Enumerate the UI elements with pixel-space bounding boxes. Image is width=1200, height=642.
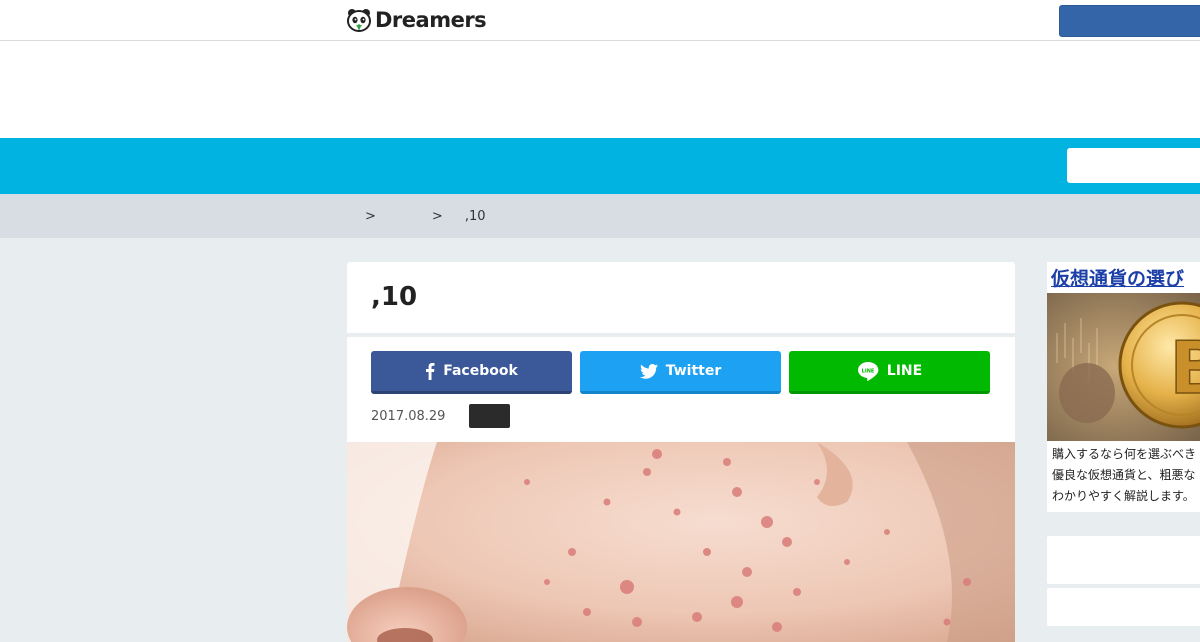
twitter-share-label: Twitter: [665, 363, 722, 379]
facebook-icon: [425, 362, 435, 380]
article-title-card: ,10: [347, 262, 1015, 333]
line-share-label: LINE: [886, 363, 923, 379]
share-buttons: Facebook Twitter LINE LINE: [371, 351, 990, 394]
twitter-share-button[interactable]: Twitter: [580, 351, 781, 394]
sidebar-ad-line: わかりやすく解説します。: [1052, 489, 1195, 503]
breadcrumb-separator: >: [365, 208, 376, 224]
twitter-bird-icon: [639, 363, 658, 379]
article-title: ,10: [371, 282, 418, 312]
svg-text:LINE: LINE: [861, 369, 874, 375]
sidebar-ad[interactable]: 仮想通貨の選び B 購入するなら何を選ぶべき 優良な仮想通貨と、粗悪な わかりや…: [1047, 262, 1200, 512]
sidebar-ad-line: 優良な仮想通貨と、粗悪な: [1052, 468, 1196, 482]
site-logo[interactable]: Dreamers: [346, 6, 487, 34]
sidebar-ad-line: 購入するなら何を選ぶべき: [1052, 447, 1197, 461]
breadcrumb-current: ,10: [464, 208, 486, 224]
sidebar-ad-text: 購入するなら何を選ぶべき 優良な仮想通貨と、粗悪な わかりやすく解説します。: [1052, 444, 1200, 507]
bitcoin-coin-image: B: [1047, 293, 1200, 441]
header-button[interactable]: [1059, 5, 1200, 37]
panda-icon: [347, 9, 371, 32]
breadcrumb: > > ,10: [365, 194, 486, 238]
facebook-share-label: Facebook: [443, 363, 518, 379]
line-icon: LINE: [857, 361, 879, 381]
article-body: Facebook Twitter LINE LINE 2017.08.29: [347, 337, 1015, 642]
acne-skin-photo: [347, 442, 1015, 642]
logo-text: Dreamers: [375, 8, 487, 32]
breadcrumb-separator: >: [431, 208, 443, 224]
category-badge[interactable]: [469, 404, 511, 428]
breadcrumb-bar: > > ,10: [0, 194, 1200, 238]
ad-banner-space: [0, 41, 1200, 138]
svg-text:B: B: [1170, 326, 1200, 410]
facebook-share-button[interactable]: Facebook: [371, 351, 572, 394]
sidebar-ad-title[interactable]: 仮想通貨の選び: [1051, 264, 1184, 292]
article-hero-image: [347, 442, 1015, 642]
sidebar-widget: [1047, 588, 1200, 626]
article-meta: 2017.08.29: [371, 404, 511, 428]
post-date: 2017.08.29: [371, 408, 446, 424]
site-header: Dreamers: [0, 0, 1200, 41]
line-share-button[interactable]: LINE LINE: [789, 351, 990, 394]
search-input[interactable]: [1067, 148, 1200, 183]
sidebar-widget: [1047, 536, 1200, 584]
nav-bar: [0, 138, 1200, 194]
